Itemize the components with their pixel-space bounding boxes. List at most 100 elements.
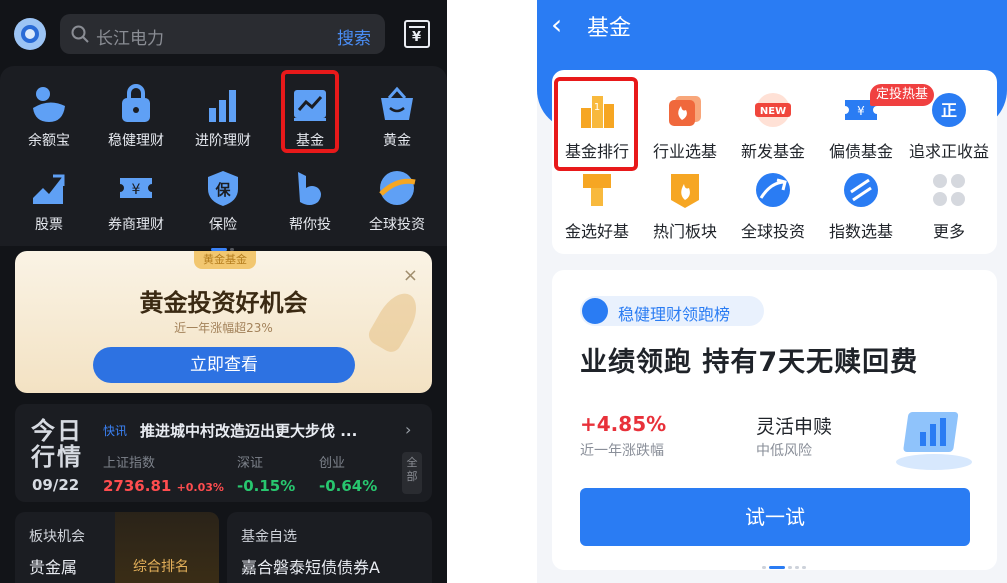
wealth-home-panel: 长江电力 搜索 ¥ 余额宝 稳健理财 进阶理财 基金 黄金 股票 ¥ 券商理财 … <box>0 0 447 583</box>
grid-label: 追求正收益 <box>908 142 989 161</box>
grid-label: 全球投资 <box>369 217 425 233</box>
card-headline: 业绩领跑 持有7天无赎回费 <box>580 347 919 378</box>
grid-label: 偏债基金 <box>828 142 893 161</box>
new-badge-icon: NEW <box>753 90 793 130</box>
watchlist-card[interactable]: 基金自选 嘉合磐泰短债债券A <box>227 512 432 583</box>
today-market-label: 今日 行情 <box>31 417 83 471</box>
bottom-cards: 板块机会 贵金属 综合排名 基金自选 嘉合磐泰短债债券A <box>0 512 447 583</box>
grid-item-hot-sector[interactable]: 热门板块 <box>640 170 730 242</box>
grid-item-yuebao[interactable]: 余额宝 <box>5 84 93 150</box>
svg-text:¥: ¥ <box>857 104 865 118</box>
grid-item-advanced[interactable]: 进阶理财 <box>179 84 267 150</box>
screenshot-composite: 长江电力 搜索 ¥ 余额宝 稳健理财 进阶理财 基金 黄金 股票 ¥ 券商理财 … <box>0 0 1007 583</box>
grid-item-new-fund[interactable]: NEW 新发基金 <box>728 90 818 162</box>
grid-item-gold[interactable]: 黄金 <box>353 84 441 150</box>
search-icon <box>71 25 89 43</box>
sector-value: 贵金属 <box>29 558 78 577</box>
grid-label: 保险 <box>209 217 237 233</box>
promo-title: 黄金投资好机会 <box>139 289 308 317</box>
chevron-right-icon[interactable]: › <box>405 420 411 439</box>
return-value: +4.85% <box>580 412 667 436</box>
sector-title: 板块机会 <box>29 529 85 545</box>
back-arrow-icon[interactable]: ‹ <box>551 8 562 41</box>
index-icon <box>841 170 881 210</box>
bill-icon[interactable]: ¥ <box>404 20 430 48</box>
news-headline[interactable]: 推进城中村改造迈出更大步伐 ... <box>140 420 357 441</box>
watchlist-title: 基金自选 <box>241 529 297 545</box>
hot-sector-icon <box>665 170 705 210</box>
yuebao-icon <box>29 84 69 124</box>
market-card[interactable]: 今日 行情 09/22 快讯 推进城中村改造迈出更大步伐 ... › 上证指数 … <box>15 404 432 502</box>
search-placeholder[interactable]: 长江电力 <box>96 24 164 49</box>
grid-item-global-invest[interactable]: 全球投资 <box>728 170 818 242</box>
grid-label: 行业选基 <box>652 142 717 161</box>
grid-label: 热门板块 <box>652 222 717 241</box>
index-shenzhen[interactable]: 深证 -0.15% <box>237 452 295 495</box>
search-button[interactable]: 搜索 <box>337 24 371 49</box>
gold-basket-icon <box>377 84 417 124</box>
grid-item-more[interactable]: 更多 <box>904 170 994 242</box>
grid-label: 金选好基 <box>564 222 629 241</box>
shield-icon: 保 <box>203 168 243 208</box>
search-bar[interactable]: 长江电力 搜索 <box>60 14 385 54</box>
app-logo-icon[interactable] <box>14 18 46 50</box>
svg-text:正: 正 <box>941 101 957 120</box>
grid-label: 新发基金 <box>740 142 805 161</box>
trophy-icon <box>582 298 608 324</box>
globe-icon <box>753 170 793 210</box>
grid-label: 券商理财 <box>108 217 164 233</box>
industry-flame-icon <box>665 90 705 130</box>
grid-label: 黄金 <box>383 133 411 149</box>
sector-card[interactable]: 板块机会 贵金属 综合排名 <box>15 512 219 583</box>
grid-item-gold-pick[interactable]: 金选好基 <box>552 170 642 242</box>
svg-text:保: 保 <box>214 181 231 199</box>
positive-return-icon: 正 <box>929 90 969 130</box>
feature-label: 灵活申赎 <box>756 416 833 438</box>
try-it-button[interactable]: 试一试 <box>580 488 970 546</box>
page-title: 基金 <box>587 16 632 41</box>
market-date: 09/22 <box>32 476 80 494</box>
return-label: 近一年涨跌幅 <box>580 443 664 459</box>
top-bar: 长江电力 搜索 ¥ <box>0 0 447 66</box>
rank-badge[interactable]: 综合排名 <box>115 512 219 583</box>
grid-item-insurance[interactable]: 保 保险 <box>179 168 267 234</box>
feature-grid: 余额宝 稳健理财 进阶理财 基金 黄金 股票 ¥ 券商理财 保 保险 帮你投 全… <box>0 66 447 246</box>
grid-label: 余额宝 <box>28 133 70 149</box>
flash-badge: 快讯 <box>103 424 128 438</box>
highlight-box <box>554 77 638 171</box>
all-button[interactable]: 全部 <box>402 452 422 494</box>
grid-label: 稳健理财 <box>108 133 164 149</box>
grid-item-helper[interactable]: 帮你投 <box>266 168 354 234</box>
risk-label: 中低风险 <box>756 443 812 459</box>
leaderboard-badge: 稳健理财领跑榜 <box>580 296 764 326</box>
promo-subtitle: 近一年涨幅超23% <box>174 321 273 335</box>
chart-illustration-icon <box>896 412 972 470</box>
bar-chart-icon <box>203 84 243 124</box>
index-chinext[interactable]: 创业 -0.64% <box>319 452 377 495</box>
grid-label: 更多 <box>932 222 965 241</box>
grid-item-stable[interactable]: 稳健理财 <box>92 84 180 150</box>
grid-item-broker[interactable]: ¥ 券商理财 <box>92 168 180 234</box>
stock-trend-icon <box>29 168 69 208</box>
b-logo-icon <box>290 168 330 208</box>
promo-tag: 黄金基金 <box>194 251 256 269</box>
grid-label: 指数选基 <box>828 222 893 241</box>
grid-label: 股票 <box>35 217 63 233</box>
grid-item-index-fund[interactable]: 指数选基 <box>816 170 906 242</box>
leaderboard-card[interactable]: 稳健理财领跑榜 业绩领跑 持有7天无赎回费 +4.85% 近一年涨跌幅 灵活申赎… <box>552 270 997 570</box>
grid-label: 全球投资 <box>740 222 805 241</box>
globe-icon <box>377 168 417 208</box>
page-indicator <box>762 554 809 573</box>
gold-pick-icon <box>577 170 617 210</box>
grid-item-stocks[interactable]: 股票 <box>5 168 93 234</box>
svg-text:NEW: NEW <box>760 106 786 117</box>
view-now-button[interactable]: 立即查看 <box>93 347 355 383</box>
lock-bag-icon <box>116 84 156 124</box>
highlight-box <box>281 70 339 153</box>
hot-tag-badge: 定投热基 <box>870 84 935 106</box>
promo-banner[interactable]: 黄金基金 × 黄金投资好机会 近一年涨幅超23% 立即查看 <box>15 251 432 393</box>
index-shanghai[interactable]: 上证指数 2736.81 +0.03% <box>103 452 224 495</box>
grid-label: 帮你投 <box>289 217 331 233</box>
grid-item-global[interactable]: 全球投资 <box>353 168 441 234</box>
grid-item-industry[interactable]: 行业选基 <box>640 90 730 162</box>
